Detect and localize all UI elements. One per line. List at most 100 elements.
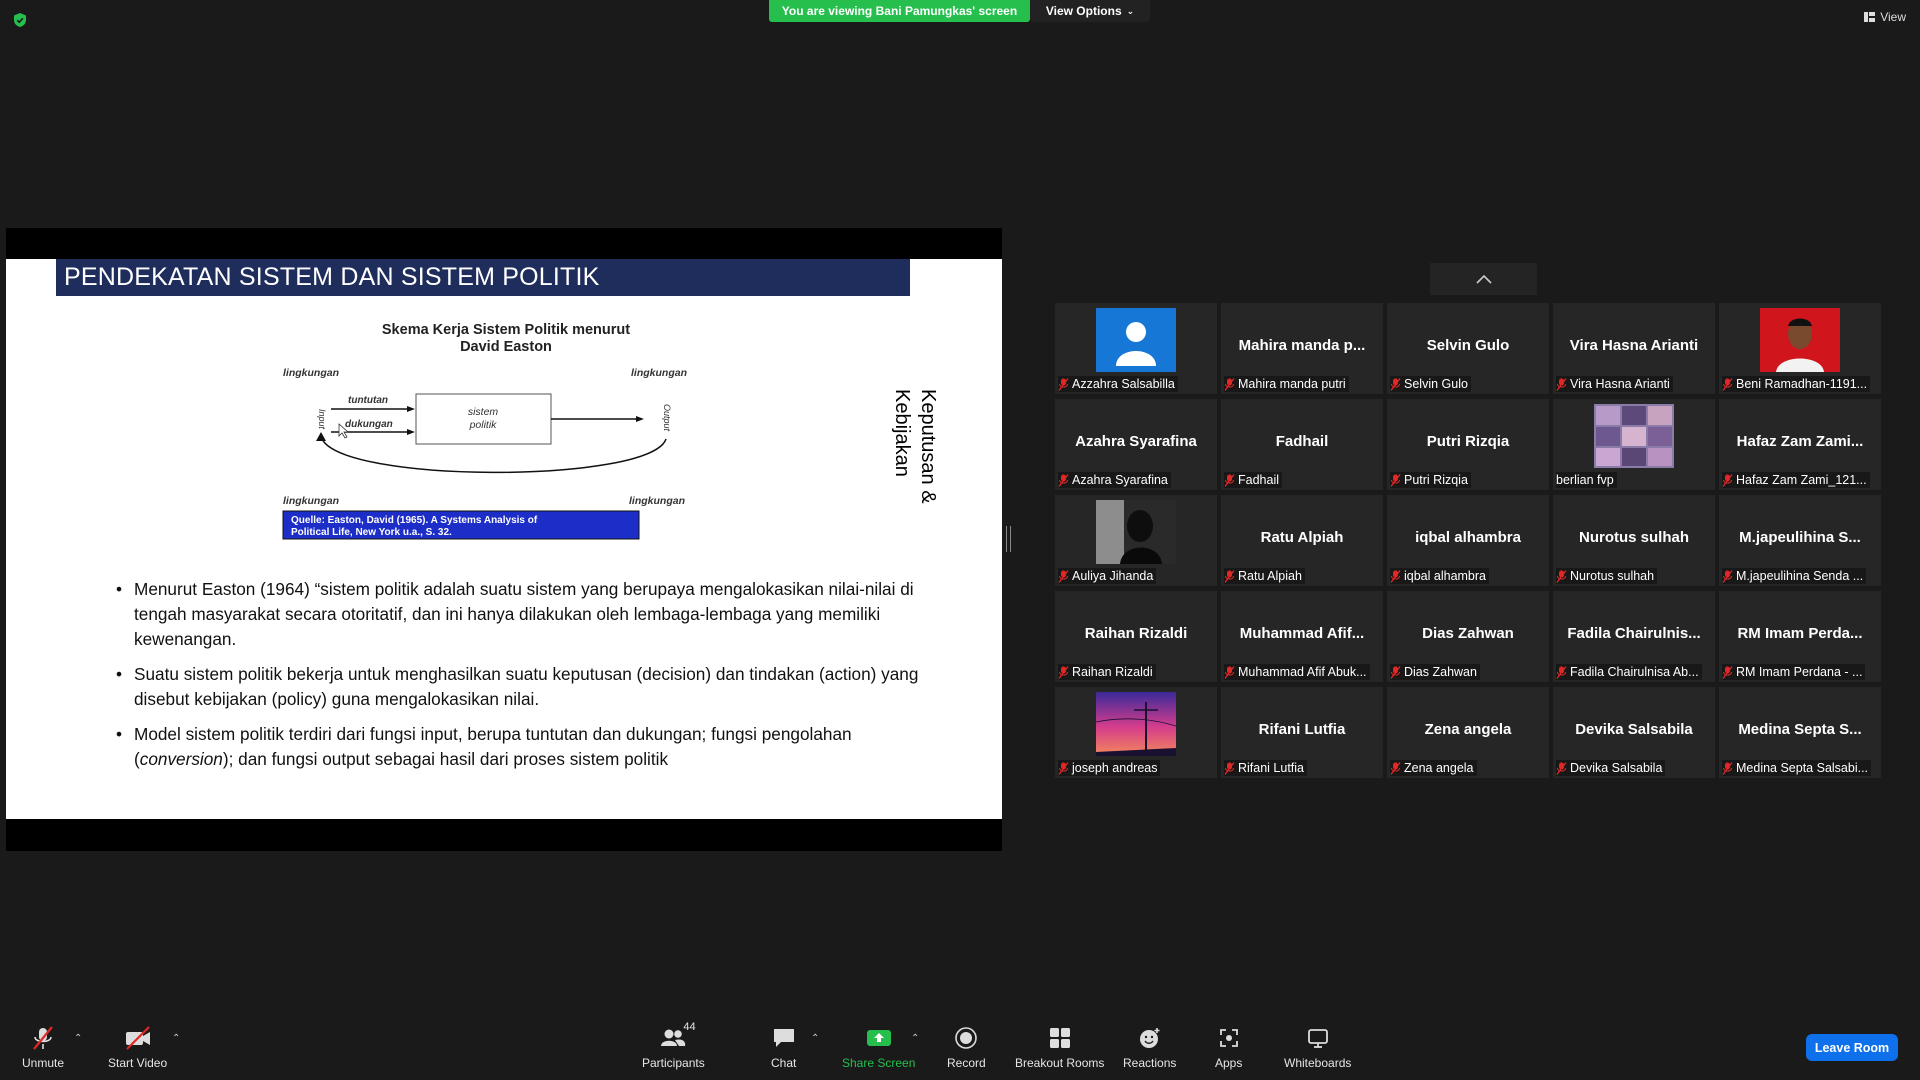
share-screen-button[interactable]: Share Screen (842, 1024, 915, 1070)
mic-muted-icon (1224, 473, 1235, 487)
participant-display-name: Fadhail (1275, 433, 1329, 450)
mic-muted-icon (1224, 569, 1235, 583)
participant-tile[interactable]: Medina Septa S... Medina Septa Salsabi... (1719, 687, 1881, 778)
mic-muted-icon (1058, 761, 1069, 775)
participant-tile[interactable]: Dias Zahwan Dias Zahwan (1387, 591, 1549, 682)
participant-name-label: RM Imam Perdana - ... (1722, 664, 1866, 680)
presentation-slide: PENDEKATAN SISTEM DAN SISTEM POLITIK Ske… (6, 259, 1002, 819)
participant-name-label: Fadila Chairulnisa Ab... (1556, 664, 1702, 680)
participant-display-name: Devika Salsabila (1575, 721, 1693, 738)
share-screen-label: Share Screen (842, 1056, 916, 1070)
participant-tile[interactable]: Rifani Lutfia Rifani Lutfia (1221, 687, 1383, 778)
participant-display-name: Azahra Syarafina (1075, 433, 1197, 450)
share-options-caret-icon[interactable]: ⌃ (911, 1033, 919, 1044)
participant-name: Medina Septa Salsabi... (1736, 761, 1869, 775)
breakout-rooms-button[interactable]: Breakout Rooms (1015, 1024, 1104, 1070)
mic-muted-icon (1556, 377, 1567, 391)
participant-tile[interactable]: berlian fvp (1553, 399, 1715, 490)
participant-tile[interactable]: Fadila Chairulnis... Fadila Chairulnisa A… (1553, 591, 1715, 682)
participant-tile[interactable]: Beni Ramadhan-1191... (1719, 303, 1881, 394)
participant-name: Auliya Jihanda (1072, 569, 1154, 583)
participant-tile[interactable]: Nurotus sulhah Nurotus sulhah (1553, 495, 1715, 586)
participant-name: Azahra Syarafina (1072, 473, 1168, 487)
chevron-up-icon (1475, 274, 1492, 284)
mic-muted-icon (1722, 473, 1733, 487)
profile-photo (1760, 308, 1840, 372)
participant-name-label: Rifani Lutfia (1224, 760, 1308, 776)
profile-photo (1594, 404, 1674, 468)
participant-tile[interactable]: Fadhail Fadhail (1221, 399, 1383, 490)
participant-name: Muhammad Afif Abuk... (1238, 665, 1367, 679)
vertical-label-line-2: Kebijakan (891, 389, 913, 477)
gallery-page-up-button[interactable] (1430, 263, 1537, 295)
security-shield-icon[interactable] (12, 12, 28, 28)
participant-tile[interactable]: RM Imam Perda... RM Imam Perdana - ... (1719, 591, 1881, 682)
participant-name: Devika Salsabila (1570, 761, 1663, 775)
participant-tile[interactable]: Auliya Jihanda (1055, 495, 1217, 586)
reactions-smiley-icon (1139, 1028, 1160, 1048)
participant-display-name: Dias Zahwan (1422, 625, 1514, 642)
participant-tile[interactable]: Azahra Syarafina Azahra Syarafina (1055, 399, 1217, 490)
participant-tile[interactable]: Selvin Gulo Selvin Gulo (1387, 303, 1549, 394)
reactions-button[interactable]: Reactions (1123, 1024, 1176, 1070)
participant-tile[interactable]: Vira Hasna Arianti Vira Hasna Arianti (1553, 303, 1715, 394)
participant-tile[interactable]: M.japeulihina S... M.japeulihina Senda ..… (1719, 495, 1881, 586)
mic-muted-icon (1058, 377, 1069, 391)
participant-gallery: Azzahra Salsabilla Mahira manda p... Mahir… (1055, 303, 1881, 778)
participant-tile[interactable]: Ratu Alpiah Ratu Alpiah (1221, 495, 1383, 586)
participant-name-label: Azahra Syarafina (1058, 472, 1171, 488)
whiteboards-button[interactable]: Whiteboards (1284, 1024, 1351, 1070)
participant-tile[interactable]: Putri Rizqia Putri Rizqia (1387, 399, 1549, 490)
chat-button[interactable]: Chat (771, 1024, 796, 1070)
unmute-button[interactable]: Unmute (22, 1024, 64, 1070)
participant-display-name: RM Imam Perda... (1737, 625, 1863, 642)
leave-room-button[interactable]: Leave Room (1806, 1034, 1898, 1061)
view-button[interactable]: View (1864, 10, 1906, 24)
bullet-text-b: ); dan fungsi output sebagai hasil dari … (222, 749, 669, 769)
participant-name: Mahira manda putri (1238, 377, 1346, 391)
record-button[interactable]: Record (947, 1024, 986, 1070)
participant-display-name: Hafaz Zam Zami... (1736, 433, 1864, 450)
chat-options-caret-icon[interactable]: ⌃ (811, 1033, 819, 1044)
shared-screen: PENDEKATAN SISTEM DAN SISTEM POLITIK Ske… (6, 228, 1002, 851)
bullet-item: Menurut Easton (1964) “sistem politik ad… (116, 577, 946, 652)
video-options-caret-icon[interactable]: ⌃ (172, 1033, 180, 1044)
participant-tile[interactable]: Zena angela Zena angela (1387, 687, 1549, 778)
participant-name-label: iqbal alhambra (1390, 568, 1489, 584)
participant-tile[interactable]: Raihan Rizaldi Raihan Rizaldi (1055, 591, 1217, 682)
chat-icon (773, 1029, 794, 1047)
reactions-label: Reactions (1123, 1056, 1177, 1070)
audio-options-caret-icon[interactable]: ⌃ (74, 1033, 82, 1044)
easton-system-diagram: Skema Kerja Sistem Politik menurut David… (282, 322, 687, 540)
mic-muted-icon (1224, 377, 1235, 391)
participant-name: Selvin Gulo (1404, 377, 1468, 391)
mic-muted-icon (1722, 665, 1733, 679)
apps-button[interactable]: Apps (1215, 1024, 1242, 1070)
start-video-button[interactable]: Start Video (108, 1024, 167, 1070)
mic-muted-icon (1058, 665, 1069, 679)
participant-display-name: Ratu Alpiah (1260, 529, 1344, 546)
participant-tile[interactable]: Muhammad Afif... Muhammad Afif Abuk... (1221, 591, 1383, 682)
diagram-heading-2: David Easton (460, 339, 552, 355)
participant-name: Fadhail (1238, 473, 1279, 487)
mic-muted-icon (1390, 665, 1401, 679)
participant-tile[interactable]: Devika Salsabila Devika Salsabila (1553, 687, 1715, 778)
participant-tile[interactable]: Hafaz Zam Zami... Hafaz Zam Zami_121... (1719, 399, 1881, 490)
participant-name: Zena angela (1404, 761, 1474, 775)
view-options-button[interactable]: View Options ⌄ (1030, 0, 1150, 22)
participant-tile[interactable]: joseph andreas (1055, 687, 1217, 778)
participants-button[interactable]: 44 Participants (642, 1021, 705, 1070)
participant-tile[interactable]: Mahira manda p... Mahira manda putri (1221, 303, 1383, 394)
split-divider-handle[interactable] (1006, 526, 1011, 552)
mic-muted-icon (1224, 761, 1235, 775)
view-options-label: View Options (1045, 4, 1122, 18)
box-label-1: sistem (468, 406, 499, 418)
participant-tile[interactable]: iqbal alhambra iqbal alhambra (1387, 495, 1549, 586)
mic-muted-icon (1390, 761, 1401, 775)
participant-tile[interactable]: Azzahra Salsabilla (1055, 303, 1217, 394)
whiteboard-icon (1307, 1029, 1328, 1048)
box-label-2: politik (469, 419, 498, 431)
participant-name: Fadila Chairulnisa Ab... (1570, 665, 1699, 679)
participant-name-label: Beni Ramadhan-1191... (1722, 376, 1871, 392)
participant-display-name: Medina Septa S... (1738, 721, 1862, 738)
